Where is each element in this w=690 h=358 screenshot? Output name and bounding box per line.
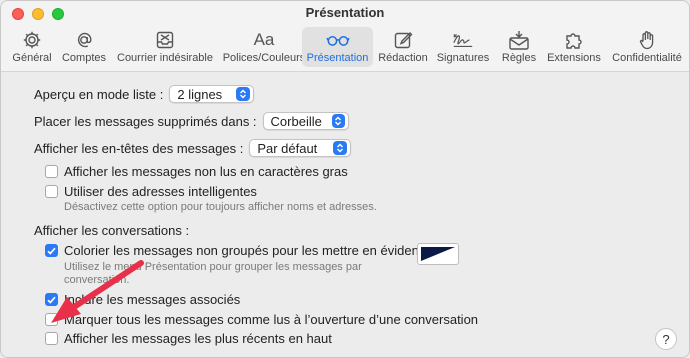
window-title: Présentation [305, 5, 385, 20]
highlight-ungrouped-label: Colorier les messages non groupés pour l… [64, 243, 433, 258]
headers-value: Par défaut [257, 140, 318, 156]
hand-icon [635, 29, 659, 51]
tab-signatures-label: Signatures [436, 52, 490, 64]
deleted-messages-row: Placer les messages supprimés dans : Cor… [34, 112, 349, 130]
smart-addresses-note: Désactivez cette option pour toujours af… [64, 201, 377, 213]
highlight-ungrouped-row: Colorier les messages non groupés pour l… [45, 243, 433, 258]
at-icon [72, 29, 96, 51]
list-preview-value: 2 lignes [177, 86, 223, 102]
include-related-checkbox[interactable] [45, 293, 58, 306]
deleted-messages-select[interactable]: Corbeille [262, 112, 349, 130]
unread-bold-row: Afficher les messages non lus en caractè… [45, 164, 348, 179]
tab-composing[interactable]: Rédaction [377, 27, 429, 67]
deleted-messages-label: Placer les messages supprimés dans : [34, 113, 257, 129]
highlight-ungrouped-checkbox[interactable] [45, 244, 58, 257]
tab-fonts-colors[interactable]: Aa Polices/Couleurs [219, 27, 309, 67]
highlight-ungrouped-note: Utilisez le menu Présentation pour group… [64, 261, 362, 287]
list-preview-select[interactable]: 2 lignes [169, 85, 255, 103]
gear-icon [20, 29, 44, 51]
tab-general[interactable]: Général [9, 27, 55, 67]
smart-addresses-row: Utiliser des adresses intelligentes [45, 184, 257, 199]
preferences-window: Présentation Général Comptes Courrier in… [0, 0, 690, 358]
chevron-updown-icon [236, 87, 251, 101]
mark-read-row: Marquer tous les messages comme lus à l’… [45, 312, 478, 327]
highlight-note-line-2: conversation. [64, 274, 130, 286]
chevron-updown-icon [333, 141, 348, 155]
highlight-color-swatch [421, 247, 455, 261]
headers-row: Afficher les en-têtes des messages : Par… [34, 139, 352, 157]
rules-envelope-icon [507, 29, 531, 51]
puzzle-icon [562, 29, 586, 51]
tab-rules[interactable]: Règles [499, 27, 539, 67]
fonts-icon: Aa [253, 30, 275, 49]
tab-junk-mail-label: Courrier indésirable [117, 52, 213, 64]
help-button[interactable]: ? [655, 328, 677, 350]
list-preview-label: Aperçu en mode liste : [34, 86, 164, 102]
checkmark-icon [47, 247, 56, 255]
glasses-icon [325, 29, 350, 51]
compose-icon [391, 29, 415, 51]
signature-icon [451, 29, 475, 51]
tab-rules-label: Règles [501, 52, 537, 64]
smart-addresses-checkbox[interactable] [45, 185, 58, 198]
viewing-settings-panel: Aperçu en mode liste : 2 lignes Placer l… [1, 72, 689, 357]
tab-viewing[interactable]: Présentation [302, 27, 373, 67]
highlight-note-line-1: Utilisez le menu Présentation pour group… [64, 261, 362, 273]
list-preview-row: Aperçu en mode liste : 2 lignes [34, 85, 255, 103]
tab-composing-label: Rédaction [378, 52, 428, 64]
tab-extensions[interactable]: Extensions [545, 27, 603, 67]
tab-fonts-colors-label: Polices/Couleurs [222, 52, 306, 64]
chevron-updown-icon [331, 114, 345, 128]
include-related-label: Inclure les messages associés [64, 292, 241, 307]
tab-accounts[interactable]: Comptes [59, 27, 109, 67]
tab-general-label: Général [12, 52, 52, 64]
tab-viewing-label: Présentation [306, 52, 369, 64]
checkmark-icon [47, 296, 56, 304]
tab-junk-mail[interactable]: Courrier indésirable [113, 27, 217, 67]
recent-top-label: Afficher les messages les plus récents e… [64, 331, 332, 346]
tab-privacy-label: Confidentialité [612, 52, 682, 64]
tab-extensions-label: Extensions [547, 52, 601, 64]
highlight-color-well[interactable] [417, 243, 459, 265]
mark-read-checkbox[interactable] [45, 313, 58, 326]
unread-bold-label: Afficher les messages non lus en caractè… [64, 164, 348, 179]
deleted-messages-value: Corbeille [270, 113, 322, 129]
headers-select[interactable]: Par défaut [249, 139, 352, 157]
junk-tray-icon [153, 29, 177, 51]
title-bar: Présentation Général Comptes Courrier in… [1, 1, 689, 72]
recent-top-checkbox[interactable] [45, 332, 58, 345]
include-related-row: Inclure les messages associés [45, 292, 240, 307]
recent-top-row: Afficher les messages les plus récents e… [45, 331, 332, 346]
tab-privacy[interactable]: Confidentialité [607, 27, 687, 67]
mark-read-label: Marquer tous les messages comme lus à l’… [64, 312, 479, 327]
unread-bold-checkbox[interactable] [45, 165, 58, 178]
tab-accounts-label: Comptes [61, 52, 107, 64]
conversations-heading: Afficher les conversations : [34, 223, 190, 238]
smart-addresses-label: Utiliser des adresses intelligentes [64, 184, 257, 199]
headers-label: Afficher les en-têtes des messages : [34, 140, 244, 156]
tab-signatures[interactable]: Signatures [433, 27, 493, 67]
